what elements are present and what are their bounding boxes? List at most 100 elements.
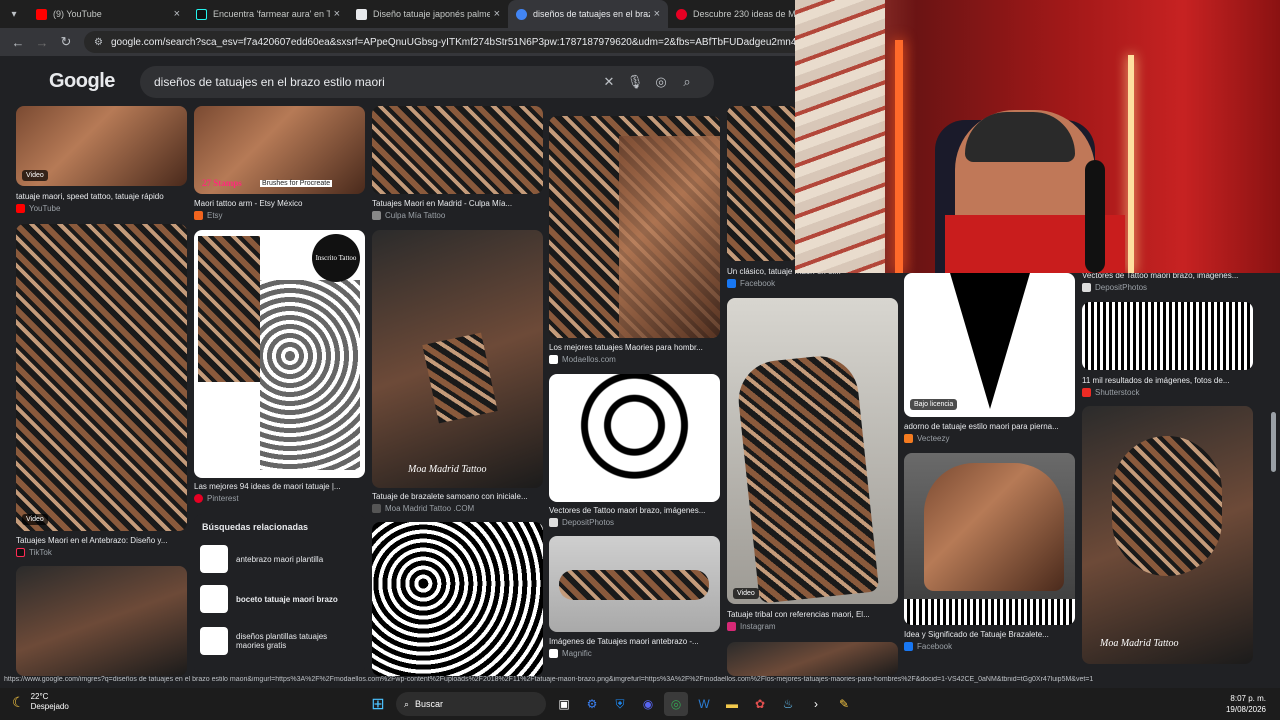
search-icon[interactable]: ⌕ [674, 74, 700, 90]
tiktok-icon [196, 8, 207, 20]
site-info-icon[interactable]: ⚙ [94, 37, 103, 48]
clear-icon[interactable]: ✕ [596, 74, 622, 90]
tab-google-japanese[interactable]: Diseño tatuaje japonés palmer × [348, 0, 508, 28]
tab-tiktok[interactable]: Encuentra 'farmear aura' en Tik × [188, 0, 348, 28]
result-image[interactable]: Video [16, 106, 187, 186]
result-image[interactable]: 27 Stamps Brushes for Procreate [194, 106, 365, 194]
tab-google-maori[interactable]: diseños de tatuajes en el brazo × [508, 0, 668, 28]
back-icon[interactable]: ← [6, 30, 30, 54]
result-image[interactable] [372, 106, 543, 194]
url-text: google.com/search?sca_esv=f7a420607edd60… [110, 36, 865, 48]
windows-start-icon[interactable]: ⊞ [366, 692, 390, 716]
related-search-item[interactable]: diseños plantillas tatuajes maories grat… [200, 626, 360, 656]
result-source[interactable]: Instagram [727, 622, 776, 631]
source-label: Instagram [740, 622, 776, 631]
result-source[interactable]: YouTube [16, 204, 60, 213]
notes-icon[interactable]: ✎ [832, 692, 856, 716]
lens-icon[interactable]: ◎ [648, 74, 674, 90]
result-image[interactable] [549, 116, 720, 338]
result-image[interactable]: Moa Madrid Tattoo [372, 230, 543, 488]
terminal-icon[interactable]: › [804, 692, 828, 716]
streamer-cap [965, 112, 1075, 162]
result-image[interactable] [1082, 302, 1253, 370]
result-caption[interactable]: tatuaje maori, speed tattoo, tatuaje ráp… [16, 192, 187, 201]
word-icon[interactable]: W [692, 692, 716, 716]
result-image[interactable]: Video [16, 224, 187, 531]
result-caption[interactable]: Imágenes de Tatuajes maori antebrazo -..… [549, 637, 720, 646]
result-caption[interactable]: Tatuajes Maori en el Antebrazo: Diseño y… [16, 536, 187, 545]
result-image[interactable] [727, 106, 797, 261]
related-search-item[interactable]: boceto tatuaje maori brazo [200, 584, 360, 614]
result-source[interactable]: Culpa Mía Tattoo [372, 211, 445, 220]
microphone-icon[interactable]: 🎙 [622, 74, 648, 90]
result-source[interactable]: Modaellos.com [549, 355, 616, 364]
settings-icon[interactable]: ⚙ [580, 692, 604, 716]
result-image[interactable]: Inscrito Tattoo [194, 230, 365, 478]
result-caption[interactable]: Las mejores 94 ideas de maori tatuaje |.… [194, 482, 365, 491]
result-source[interactable]: Moa Madrid Tattoo .COM [372, 504, 474, 513]
chrome-icon[interactable]: ◎ [664, 692, 688, 716]
result-image[interactable] [549, 536, 720, 632]
result-source[interactable]: Shutterstock [1082, 388, 1139, 397]
torso [619, 136, 720, 338]
result-image[interactable] [549, 374, 720, 502]
result-caption[interactable]: Tatuajes Maori en Madrid - Culpa Mía... [372, 199, 543, 208]
search-input[interactable]: diseños de tatuajes en el brazo estilo m… [140, 66, 714, 98]
result-source[interactable]: Etsy [194, 211, 223, 220]
stamps-overlay-text: 27 Stamps [202, 178, 242, 188]
man-photo [924, 463, 1064, 591]
result-image[interactable] [727, 642, 898, 676]
moon-icon: ☾ [12, 693, 25, 710]
reload-icon[interactable]: ↻ [54, 30, 78, 54]
led-light-right [1128, 55, 1134, 273]
close-icon[interactable]: × [334, 8, 340, 20]
result-caption[interactable]: Vectores de Tattoo maori brazo, imágenes… [549, 506, 720, 515]
source-label: DepositPhotos [1095, 283, 1148, 292]
search-query[interactable]: diseños de tatuajes en el brazo estilo m… [154, 75, 596, 89]
result-source[interactable]: DepositPhotos [549, 518, 614, 527]
magnific-icon [549, 649, 558, 658]
result-source[interactable]: Vecteezy [904, 434, 949, 443]
source-label: Magnific [562, 649, 592, 658]
steam-icon[interactable]: ♨ [776, 692, 800, 716]
result-caption[interactable]: Tatuaje tribal con referencias maori, El… [727, 610, 898, 619]
security-shield-icon[interactable]: ⛨ [608, 692, 632, 716]
app-icon[interactable]: ✿ [748, 692, 772, 716]
result-caption[interactable]: adorno de tatuaje estilo maori para pier… [904, 422, 1075, 431]
result-source[interactable]: TikTok [16, 548, 52, 557]
result-image[interactable]: Bajo licencia [904, 273, 1075, 417]
discord-icon[interactable]: ◉ [636, 692, 660, 716]
result-image[interactable] [372, 522, 543, 676]
result-caption[interactable]: 11 mil resultados de imágenes, fotos de.… [1082, 376, 1253, 385]
result-source[interactable]: Magnific [549, 649, 592, 658]
result-caption[interactable]: Tatuaje de brazalete samoano con inicial… [372, 492, 543, 501]
google-logo[interactable]: Google [49, 70, 115, 93]
tab-youtube[interactable]: (9) YouTube × [28, 0, 188, 28]
result-image[interactable]: Moa Madrid Tattoo [1082, 406, 1253, 664]
file-explorer-icon[interactable]: ▬ [720, 692, 744, 716]
result-caption[interactable]: Maori tattoo arm - Etsy México [194, 199, 365, 208]
scrollbar-thumb[interactable] [1271, 412, 1276, 472]
source-label: Moa Madrid Tattoo .COM [385, 504, 475, 513]
weather-widget[interactable]: ☾ 22°C Despejado [12, 692, 69, 712]
close-icon[interactable]: × [494, 8, 500, 20]
taskbar-search[interactable]: ⌕ Buscar [396, 692, 546, 716]
result-source[interactable]: Facebook [727, 279, 775, 288]
tab-search-icon[interactable]: ▾ [0, 0, 28, 28]
related-thumbnail [200, 627, 228, 655]
task-view-icon[interactable]: ▣ [552, 692, 576, 716]
close-icon[interactable]: × [174, 8, 180, 20]
result-image[interactable] [904, 453, 1075, 625]
result-source[interactable]: Pinterest [194, 494, 239, 503]
close-icon[interactable]: × [654, 8, 660, 20]
result-caption[interactable]: Los mejores tatuajes Maories para hombr.… [549, 343, 720, 352]
related-search-item[interactable]: antebrazo maori plantilla [200, 544, 360, 574]
forward-icon[interactable]: → [30, 30, 54, 54]
shoulder-tattoo [1112, 436, 1222, 576]
result-image[interactable] [16, 566, 187, 676]
result-image[interactable]: Video [727, 298, 898, 604]
result-source[interactable]: DepositPhotos [1082, 283, 1147, 292]
result-source[interactable]: Facebook [904, 642, 952, 651]
system-clock[interactable]: 8:07 p. m. 19/08/2026 [1226, 693, 1266, 715]
result-caption[interactable]: Idea y Significado de Tatuaje Brazalete.… [904, 630, 1075, 639]
